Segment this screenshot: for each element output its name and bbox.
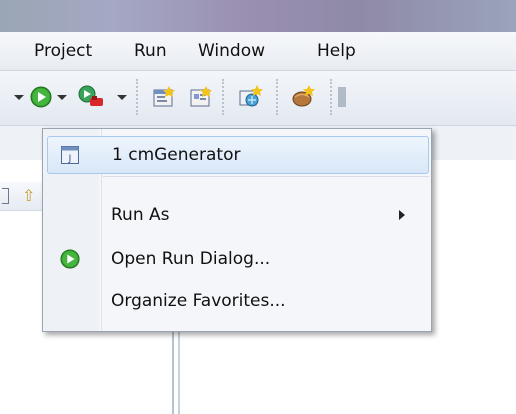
run-dropdown-menu: J 1 cmGenerator Run As Open Run Dialog..… xyxy=(42,128,432,332)
external-tools-button[interactable] xyxy=(78,85,106,113)
menu-item-organize-favorites[interactable]: Organize Favorites... xyxy=(47,283,427,319)
svg-text:J: J xyxy=(68,154,72,164)
new-wizard-icon xyxy=(239,85,263,107)
menu-item-label: Organize Favorites... xyxy=(111,291,286,311)
main-toolbar xyxy=(0,71,516,126)
menu-project[interactable]: Project xyxy=(34,41,92,61)
menu-item-cmgenerator[interactable]: J 1 cmGenerator xyxy=(47,136,429,174)
menu-window[interactable]: Window xyxy=(198,41,265,61)
menu-separator xyxy=(103,176,429,177)
run-button[interactable] xyxy=(30,86,52,112)
new-wizard-button[interactable] xyxy=(238,85,264,113)
new-project-icon xyxy=(153,86,175,107)
toolbar-separator xyxy=(222,79,224,115)
submenu-arrow-icon xyxy=(399,210,405,220)
external-tools-icon xyxy=(78,85,103,106)
menu-help[interactable]: Help xyxy=(317,41,356,61)
menu-bar: Project Run Window Help xyxy=(0,32,516,71)
new-project-button[interactable] xyxy=(152,86,176,112)
view-bracket-icon xyxy=(2,188,9,204)
debug-dropdown-arrow[interactable] xyxy=(14,95,24,100)
new-server-icon xyxy=(292,85,315,107)
toolbar-separator xyxy=(136,79,138,115)
toolbar-separator xyxy=(276,79,278,115)
toolbar-separator xyxy=(330,79,332,115)
menu-item-run-as[interactable]: Run As xyxy=(47,197,427,233)
menu-item-label: Run As xyxy=(111,205,170,225)
menu-item-open-run-dialog[interactable]: Open Run Dialog... xyxy=(47,241,427,277)
run-icon xyxy=(30,86,52,108)
new-server-button[interactable] xyxy=(290,85,316,113)
menu-item-label: 1 cmGenerator xyxy=(112,145,241,165)
java-app-icon: J xyxy=(61,146,79,168)
new-file-button[interactable] xyxy=(189,86,213,112)
menu-run[interactable]: Run xyxy=(134,41,167,61)
run-dropdown-arrow[interactable] xyxy=(57,95,67,100)
window-titlebar xyxy=(0,0,516,32)
package-explorer-icon[interactable]: ⇧ xyxy=(22,186,35,205)
external-tools-dropdown-arrow[interactable] xyxy=(117,95,127,100)
new-file-icon xyxy=(190,86,212,107)
menu-item-label: Open Run Dialog... xyxy=(111,249,271,269)
run-icon xyxy=(60,249,80,273)
toolbar-overflow-icon[interactable] xyxy=(338,87,346,107)
